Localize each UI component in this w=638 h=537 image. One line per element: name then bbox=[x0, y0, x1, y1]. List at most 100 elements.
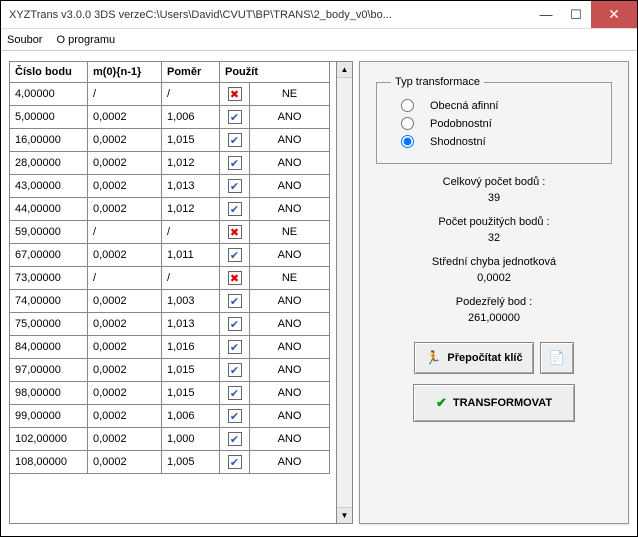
table-cell-cislo[interactable]: 28,00000 bbox=[10, 152, 88, 175]
table-cell-use-check[interactable]: ✔ bbox=[220, 313, 250, 336]
table-cell-use-check[interactable]: ✔ bbox=[220, 152, 250, 175]
table-cell-use-check[interactable]: ✖ bbox=[220, 221, 250, 244]
table-cell-usetxt[interactable]: ANO bbox=[250, 152, 330, 175]
table-cell-cislo[interactable]: 4,00000 bbox=[10, 83, 88, 106]
table-cell-m0[interactable]: 0,0002 bbox=[88, 198, 162, 221]
header-m0[interactable]: m(0){n-1} bbox=[88, 62, 162, 83]
table-cell-use-check[interactable]: ✖ bbox=[220, 267, 250, 290]
table-cell-pomer[interactable]: 1,000 bbox=[162, 428, 220, 451]
table-cell-m0[interactable]: / bbox=[88, 83, 162, 106]
table-cell-pomer[interactable]: 1,012 bbox=[162, 198, 220, 221]
table-cell-cislo[interactable]: 73,00000 bbox=[10, 267, 88, 290]
table-cell-pomer[interactable]: 1,011 bbox=[162, 244, 220, 267]
table-cell-usetxt[interactable]: ANO bbox=[250, 106, 330, 129]
table-cell-pomer[interactable]: / bbox=[162, 221, 220, 244]
table-cell-pomer[interactable]: 1,015 bbox=[162, 382, 220, 405]
table-cell-pomer[interactable]: 1,012 bbox=[162, 152, 220, 175]
table-cell-pomer[interactable]: 1,013 bbox=[162, 175, 220, 198]
table-cell-m0[interactable]: 0,0002 bbox=[88, 313, 162, 336]
table-cell-cislo[interactable]: 98,00000 bbox=[10, 382, 88, 405]
transform-button[interactable]: ✔TRANSFORMOVAT bbox=[413, 384, 575, 422]
table-cell-usetxt[interactable]: ANO bbox=[250, 129, 330, 152]
table-cell-m0[interactable]: 0,0002 bbox=[88, 152, 162, 175]
table-cell-usetxt[interactable]: ANO bbox=[250, 428, 330, 451]
table-cell-usetxt[interactable]: ANO bbox=[250, 382, 330, 405]
table-cell-pomer[interactable]: 1,005 bbox=[162, 451, 220, 474]
recalc-button[interactable]: 🏃Přepočítat klíč bbox=[414, 342, 533, 374]
document-button[interactable]: 📄 bbox=[540, 342, 574, 374]
table-cell-use-check[interactable]: ✔ bbox=[220, 106, 250, 129]
table-cell-m0[interactable]: 0,0002 bbox=[88, 336, 162, 359]
table-cell-usetxt[interactable]: ANO bbox=[250, 313, 330, 336]
table-cell-use-check[interactable]: ✔ bbox=[220, 405, 250, 428]
table-cell-m0[interactable]: 0,0002 bbox=[88, 451, 162, 474]
table-cell-m0[interactable]: 0,0002 bbox=[88, 290, 162, 313]
table-cell-pomer[interactable]: / bbox=[162, 83, 220, 106]
table-cell-m0[interactable]: 0,0002 bbox=[88, 382, 162, 405]
table-cell-pomer[interactable]: 1,015 bbox=[162, 359, 220, 382]
table-cell-use-check[interactable]: ✔ bbox=[220, 175, 250, 198]
menu-oprogramu[interactable]: O programu bbox=[56, 34, 115, 46]
table-cell-m0[interactable]: 0,0002 bbox=[88, 175, 162, 198]
table-cell-pomer[interactable]: / bbox=[162, 267, 220, 290]
table-cell-cislo[interactable]: 67,00000 bbox=[10, 244, 88, 267]
table-cell-usetxt[interactable]: ANO bbox=[250, 359, 330, 382]
table-cell-use-check[interactable]: ✔ bbox=[220, 290, 250, 313]
minimize-button[interactable]: — bbox=[531, 1, 561, 28]
header-cislo[interactable]: Číslo bodu bbox=[10, 62, 88, 83]
table-cell-pomer[interactable]: 1,015 bbox=[162, 129, 220, 152]
scroll-up-icon[interactable]: ▲ bbox=[337, 62, 352, 78]
table-cell-cislo[interactable]: 75,00000 bbox=[10, 313, 88, 336]
table-cell-m0[interactable]: / bbox=[88, 267, 162, 290]
table-cell-use-check[interactable]: ✔ bbox=[220, 244, 250, 267]
table-cell-cislo[interactable]: 97,00000 bbox=[10, 359, 88, 382]
table-cell-cislo[interactable]: 74,00000 bbox=[10, 290, 88, 313]
table-cell-cislo[interactable]: 5,00000 bbox=[10, 106, 88, 129]
table-cell-m0[interactable]: 0,0002 bbox=[88, 359, 162, 382]
table-cell-pomer[interactable]: 1,006 bbox=[162, 106, 220, 129]
table-cell-usetxt[interactable]: ANO bbox=[250, 405, 330, 428]
table-cell-usetxt[interactable]: ANO bbox=[250, 198, 330, 221]
table-cell-pomer[interactable]: 1,003 bbox=[162, 290, 220, 313]
table-cell-m0[interactable]: 0,0002 bbox=[88, 106, 162, 129]
table-cell-cislo[interactable]: 99,00000 bbox=[10, 405, 88, 428]
table-cell-usetxt[interactable]: ANO bbox=[250, 451, 330, 474]
table-cell-use-check[interactable]: ✔ bbox=[220, 382, 250, 405]
table-cell-cislo[interactable]: 16,00000 bbox=[10, 129, 88, 152]
table-cell-use-check[interactable]: ✔ bbox=[220, 336, 250, 359]
table-cell-m0[interactable]: 0,0002 bbox=[88, 428, 162, 451]
table-cell-usetxt[interactable]: ANO bbox=[250, 290, 330, 313]
table-cell-cislo[interactable]: 43,00000 bbox=[10, 175, 88, 198]
close-button[interactable]: ✕ bbox=[591, 1, 637, 28]
table-cell-use-check[interactable]: ✔ bbox=[220, 451, 250, 474]
scroll-down-icon[interactable]: ▼ bbox=[337, 507, 352, 523]
table-cell-cislo[interactable]: 102,00000 bbox=[10, 428, 88, 451]
table-cell-cislo[interactable]: 84,00000 bbox=[10, 336, 88, 359]
table-cell-cislo[interactable]: 108,00000 bbox=[10, 451, 88, 474]
table-cell-pomer[interactable]: 1,013 bbox=[162, 313, 220, 336]
table-cell-pomer[interactable]: 1,006 bbox=[162, 405, 220, 428]
table-cell-m0[interactable]: 0,0002 bbox=[88, 405, 162, 428]
header-pouzit[interactable]: Použít bbox=[220, 62, 330, 83]
menu-soubor[interactable]: Soubor bbox=[7, 34, 42, 46]
table-cell-usetxt[interactable]: ANO bbox=[250, 336, 330, 359]
table-cell-cislo[interactable]: 44,00000 bbox=[10, 198, 88, 221]
radio-afinni[interactable] bbox=[401, 99, 414, 112]
table-cell-use-check[interactable]: ✔ bbox=[220, 428, 250, 451]
table-cell-usetxt[interactable]: NE bbox=[250, 83, 330, 106]
table-cell-usetxt[interactable]: ANO bbox=[250, 175, 330, 198]
table-cell-use-check[interactable]: ✔ bbox=[220, 359, 250, 382]
table-cell-use-check[interactable]: ✔ bbox=[220, 129, 250, 152]
radio-podobnostni[interactable] bbox=[401, 117, 414, 130]
table-cell-m0[interactable]: / bbox=[88, 221, 162, 244]
table-scrollbar[interactable]: ▲ ▼ bbox=[337, 61, 353, 524]
table-cell-cislo[interactable]: 59,00000 bbox=[10, 221, 88, 244]
header-pomer[interactable]: Poměr bbox=[162, 62, 220, 83]
table-cell-m0[interactable]: 0,0002 bbox=[88, 244, 162, 267]
table-cell-pomer[interactable]: 1,016 bbox=[162, 336, 220, 359]
table-cell-usetxt[interactable]: NE bbox=[250, 267, 330, 290]
table-cell-use-check[interactable]: ✖ bbox=[220, 83, 250, 106]
maximize-button[interactable]: ☐ bbox=[561, 1, 591, 28]
table-cell-usetxt[interactable]: NE bbox=[250, 221, 330, 244]
table-cell-use-check[interactable]: ✔ bbox=[220, 198, 250, 221]
